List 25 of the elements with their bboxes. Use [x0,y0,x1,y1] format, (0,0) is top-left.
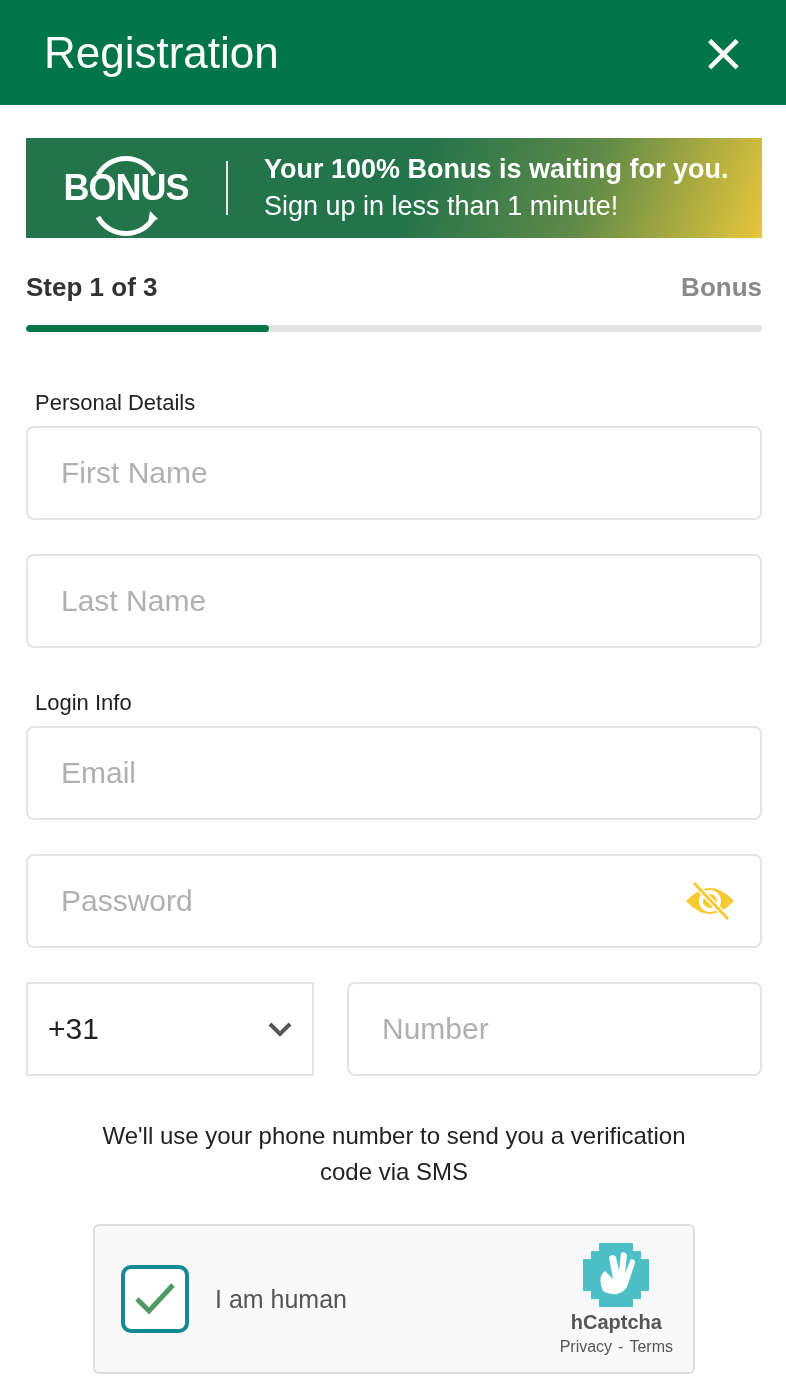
privacy-link[interactable]: Privacy [559,1337,613,1356]
password-field[interactable]: Password [26,854,762,948]
bonus-logo: BONUS [63,167,189,209]
step-counter: Step 1 of 3 [26,272,158,303]
captcha-label: I am human [215,1284,348,1314]
country-code-select[interactable]: +31 [26,982,314,1076]
captcha-checkbox[interactable] [121,1265,189,1333]
input-field[interactable]: Last Name [26,554,762,648]
phone-number-field[interactable]: Number [347,982,762,1076]
link-separator: - [618,1337,624,1356]
next-step-label: Bonus [681,272,762,303]
sms-note: We'll use your phone number to send you a verification code via SMS [101,1121,687,1187]
terms-link[interactable]: Terms [629,1337,673,1356]
checkmark-icon [133,1281,177,1317]
hand-logo-icon [583,1242,650,1307]
window-title: Registration [44,27,279,78]
captcha-brand: hCaptcha [570,1310,662,1334]
input-field[interactable]: First Name [26,426,762,520]
section-label: Login Info [35,690,133,716]
section-label: Personal Details [35,390,197,416]
input-field[interactable]: Email [26,726,762,820]
banner-headline: Your 100% Bonus is waiting for you. [264,154,729,185]
banner-subline: Sign up in less than 1 minute! [264,191,620,222]
close-button[interactable]: × [696,25,750,80]
chevron-down-icon [268,1021,292,1037]
